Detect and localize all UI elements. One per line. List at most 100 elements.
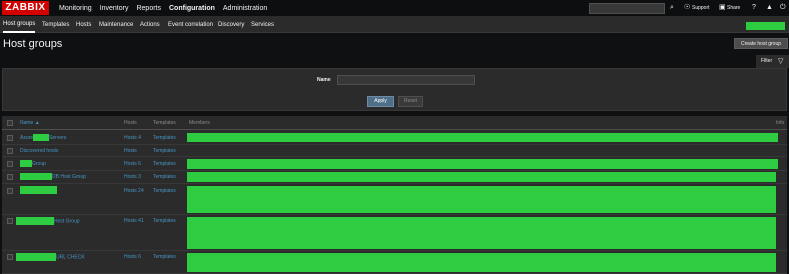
row-checkbox[interactable] — [7, 254, 13, 260]
tab-services[interactable]: Services — [251, 17, 274, 33]
filter-tab[interactable]: Filter — [756, 55, 789, 68]
hosts-label: Hosts — [124, 254, 137, 260]
tab-hosts[interactable]: Hosts — [76, 17, 91, 33]
host-group-name-link[interactable]: Discovered hosts — [20, 147, 58, 155]
table-row: DB Host Group Hosts 3 Templates — [2, 171, 787, 184]
hosts-link[interactable]: Hosts 4 — [124, 134, 141, 142]
tab-actions[interactable]: Actions — [140, 17, 160, 33]
table-row: URL CHECK Hosts 6 Templates — [2, 251, 787, 274]
filter-icon[interactable]: ▽ — [778, 56, 783, 67]
host-group-name-link[interactable]: URL CHECK — [16, 253, 85, 261]
filter-bar — [0, 55, 789, 68]
hosts-label: Hosts — [124, 174, 137, 180]
name-prefix: Azure — [20, 135, 34, 141]
main-menu: Monitoring Inventory Reports Configurati… — [55, 0, 271, 17]
reset-button[interactable]: Reset — [398, 96, 423, 107]
host-groups-table: Name ▲ Hosts Templates Members Info Azur… — [2, 116, 787, 274]
row-checkbox[interactable] — [7, 174, 13, 180]
hosts-link[interactable]: Hosts 6 — [124, 253, 141, 261]
page-title: Host groups — [3, 38, 63, 50]
row-checkbox[interactable] — [7, 188, 13, 194]
table-row: Discovered hosts Hosts Templates — [2, 145, 787, 157]
share-link[interactable]: Share — [727, 2, 740, 14]
row-checkbox[interactable] — [7, 218, 13, 224]
templates-link[interactable]: Templates — [153, 217, 176, 225]
hosts-link[interactable]: Hosts 41 — [124, 217, 144, 225]
redacted-members — [187, 186, 776, 213]
hosts-link[interactable]: Hosts 3 — [124, 173, 141, 181]
menu-item-administration[interactable]: Administration — [219, 0, 271, 17]
hosts-count: 4 — [138, 135, 141, 141]
tab-host-groups[interactable]: Host groups — [3, 17, 36, 33]
hosts-label: Hosts — [124, 148, 137, 154]
menu-item-inventory[interactable]: Inventory — [96, 0, 133, 17]
column-header-hosts: Hosts — [124, 120, 137, 126]
zabbix-logo[interactable]: ZABBIX — [2, 1, 49, 15]
redacted-text — [33, 134, 50, 142]
redacted-text — [16, 253, 56, 261]
search-icon[interactable]: ⌕ — [670, 2, 674, 14]
redacted-members — [187, 159, 778, 169]
top-navigation-bar: ZABBIX Monitoring Inventory Reports Conf… — [0, 0, 789, 17]
name-suffix: DB Host Group — [52, 174, 86, 180]
host-group-name-link[interactable]: Host Group — [16, 217, 80, 225]
name-suffix: URL CHECK — [56, 254, 85, 261]
column-header-members: Members — [189, 120, 210, 126]
menu-item-reports[interactable]: Reports — [132, 0, 165, 17]
templates-link[interactable]: Templates — [153, 187, 176, 195]
templates-link[interactable]: Templates — [153, 134, 176, 142]
global-search-input[interactable] — [589, 3, 665, 14]
table-row: Azure Servers Hosts 4 Templates — [2, 131, 787, 145]
sub-menu: Host groups Templates Hosts Maintenance … — [0, 17, 789, 33]
host-group-name-link[interactable]: Azure Servers — [20, 134, 66, 142]
hosts-link[interactable]: Hosts 6 — [124, 160, 141, 168]
hosts-count: 6 — [138, 161, 141, 167]
tab-maintenance[interactable]: Maintenance — [99, 17, 133, 33]
redacted-block — [746, 22, 785, 30]
host-group-name-link[interactable]: Group — [20, 160, 46, 168]
host-group-name-link[interactable] — [20, 186, 57, 194]
hosts-count: 3 — [138, 174, 141, 180]
row-checkbox[interactable] — [7, 135, 13, 141]
column-header-name[interactable]: Name ▲ — [20, 116, 40, 130]
hosts-count: 24 — [138, 188, 144, 194]
help-icon[interactable]: ? — [752, 2, 756, 14]
hosts-label: Hosts — [124, 188, 137, 194]
name-suffix: Host Group — [54, 218, 80, 225]
row-checkbox[interactable] — [7, 161, 13, 167]
hosts-link[interactable]: Hosts — [124, 147, 137, 155]
user-profile-icon[interactable]: ▲ — [766, 2, 773, 14]
templates-link[interactable]: Templates — [153, 160, 176, 168]
redacted-members — [187, 133, 778, 142]
filter-name-input[interactable] — [337, 75, 475, 85]
support-icon[interactable]: ☉ — [684, 2, 690, 14]
apply-button[interactable]: Apply — [367, 96, 394, 107]
table-row: Host Group Hosts 41 Templates — [2, 215, 787, 251]
create-host-group-button[interactable]: Create host group — [734, 38, 788, 49]
tab-templates[interactable]: Templates — [42, 17, 69, 33]
support-link[interactable]: Support — [692, 2, 710, 14]
sign-out-icon[interactable]: ⏻ — [780, 2, 786, 14]
hosts-label: Hosts — [124, 218, 137, 224]
tab-event-correlation[interactable]: Event correlation — [168, 17, 213, 33]
redacted-text — [16, 217, 54, 225]
hosts-count: 6 — [138, 254, 141, 260]
table-header: Name ▲ Hosts Templates Members Info — [2, 116, 787, 130]
hosts-link[interactable]: Hosts 24 — [124, 187, 144, 195]
select-all-checkbox[interactable] — [7, 120, 13, 126]
menu-item-configuration[interactable]: Configuration — [165, 0, 219, 17]
redacted-text — [20, 173, 52, 181]
share-icon[interactable]: ▣ — [719, 2, 726, 14]
table-row: Group Hosts 6 Templates — [2, 157, 787, 171]
table-row: Hosts 24 Templates — [2, 184, 787, 215]
templates-link[interactable]: Templates — [153, 253, 176, 261]
filter-name-label: Name — [317, 77, 331, 83]
templates-link[interactable]: Templates — [153, 147, 176, 155]
row-checkbox[interactable] — [7, 148, 13, 154]
name-suffix: Group — [32, 161, 46, 167]
templates-link[interactable]: Templates — [153, 173, 176, 181]
menu-item-monitoring[interactable]: Monitoring — [55, 0, 96, 17]
redacted-text — [20, 160, 32, 168]
tab-discovery[interactable]: Discovery — [218, 17, 244, 33]
host-group-name-link[interactable]: DB Host Group — [20, 173, 86, 181]
